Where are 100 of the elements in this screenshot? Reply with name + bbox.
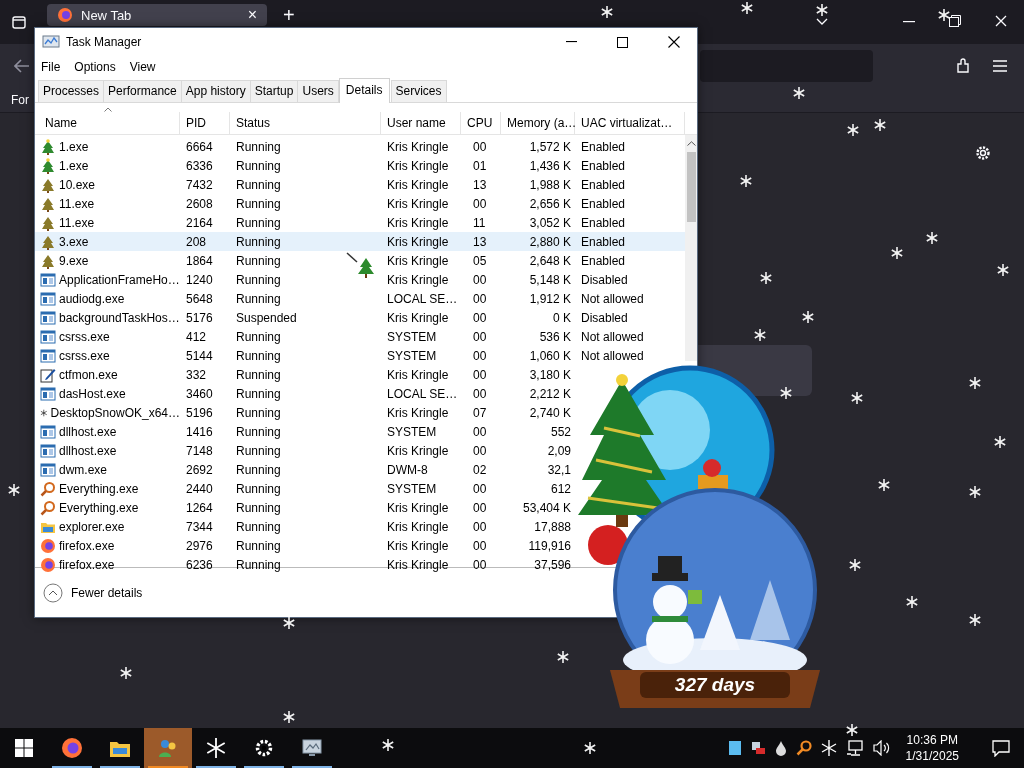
process-row[interactable]: Everything.exe 2440 Running SYSTEM 00 612 — [35, 479, 575, 498]
table-cell-text: 2,212 K — [528, 386, 572, 401]
tab[interactable]: Users — [297, 80, 339, 102]
process-row[interactable]: dllhost.exe 1416 Running SYSTEM 00 552 — [35, 422, 575, 441]
countdown-text: 327 days — [673, 674, 757, 696]
table-cell-text: 552 — [549, 424, 572, 439]
table-cell-text: Kris Kringle — [386, 234, 450, 249]
table-cell-text: Kris Kringle — [386, 310, 450, 325]
bookmark-text: For — [11, 93, 29, 107]
table-cell-text: 1416 — [185, 424, 214, 439]
process-row[interactable]: 1.exe 6664 Running Kris Kringle 00 1,572 K Enabled — [35, 137, 685, 156]
table-cell-text: Running — [235, 253, 282, 268]
table-cell-text: Kris Kringle — [386, 272, 450, 287]
table-cell-text: 2,09 — [546, 443, 572, 458]
table-cell-text: 2,648 K — [528, 253, 572, 268]
table-cell-text: 2164 — [185, 215, 214, 230]
table-cell-text: Running — [235, 329, 282, 344]
table-cell-text: 612 — [549, 481, 572, 496]
process-name: csrss.exe — [59, 329, 110, 344]
process-row[interactable]: csrss.exe 5144 Running SYSTEM 00 1,060 K Not allowed — [35, 346, 685, 365]
table-cell-text: 6336 — [185, 158, 214, 173]
process-row[interactable]: explorer.exe 7344 Running Kris Kringle 00 17,888 — [35, 517, 575, 536]
process-name: DesktopSnowOK_x64… — [50, 405, 180, 420]
process-row[interactable]: csrss.exe 412 Running SYSTEM 00 536 K Not allowed — [35, 327, 685, 346]
new-tab-button[interactable]: + — [283, 6, 295, 24]
table-cell-text: Running — [235, 481, 282, 496]
process-name: Everything.exe — [59, 500, 139, 515]
process-row[interactable]: 9.exe 1864 Running Kris Kringle 05 2,648 K Enabled — [35, 251, 685, 270]
process-row[interactable]: audiodg.exe 5648 Running LOCAL SE… 00 1,912 K Not allowed — [35, 289, 685, 308]
process-name: explorer.exe — [59, 519, 125, 534]
process-name: ctfmon.exe — [59, 367, 118, 382]
table-cell-text: 02 — [472, 462, 488, 477]
process-row[interactable]: ctfmon.exe 332 Running Kris Kringle 00 3,180 K — [35, 365, 575, 384]
process-name: audiodg.exe — [59, 291, 125, 306]
table-cell-text: 00 — [472, 196, 488, 211]
menu-item[interactable]: File — [41, 60, 61, 74]
process-row[interactable]: ApplicationFrameHo… 1240 Running Kris Kringle 00 5,148 K Disabled — [35, 270, 685, 289]
process-row[interactable]: 11.exe 2164 Running Kris Kringle 11 3,052 K Enabled — [35, 213, 685, 232]
process-row[interactable]: 10.exe 7432 Running Kris Kringle 13 1,988 K Enabled — [35, 175, 685, 194]
table-cell-text: 7148 — [185, 443, 214, 458]
process-name: 9.exe — [59, 253, 89, 268]
column-header[interactable]: Name — [39, 112, 180, 134]
column-header[interactable]: CPU — [461, 112, 501, 134]
table-cell-text: 1,572 K — [528, 139, 572, 154]
process-name: Everything.exe — [59, 481, 139, 496]
table-cell-text: 00 — [472, 443, 488, 458]
table-cell-text: Running — [235, 215, 282, 230]
clock-date[interactable]: 1/31/2025 — [905, 748, 959, 764]
tab[interactable]: Startup — [249, 80, 299, 102]
process-row[interactable]: dasHost.exe 3460 Running LOCAL SE… 00 2,212 K — [35, 384, 575, 403]
tab[interactable]: Processes — [38, 80, 105, 102]
clock-time[interactable]: 10:36 PM — [906, 732, 958, 748]
table-cell-text: Enabled — [580, 139, 627, 154]
table-cell-text: Running — [235, 519, 282, 534]
tab[interactable]: Performance — [103, 80, 182, 102]
table-cell-text: 13 — [472, 177, 488, 192]
table-cell-text: 17,888 — [533, 519, 572, 534]
process-row[interactable]: dllhost.exe 7148 Running Kris Kringle 00 2,09 — [35, 441, 575, 460]
process-row[interactable]: 11.exe 2608 Running Kris Kringle 00 2,656 K Enabled — [35, 194, 685, 213]
process-name: dasHost.exe — [59, 386, 126, 401]
table-cell-text: Not allowed — [580, 329, 645, 344]
column-header[interactable]: Memory (a… — [501, 112, 575, 134]
process-name: dllhost.exe — [59, 443, 117, 458]
tab[interactable]: Details — [338, 78, 390, 103]
column-header[interactable]: PID — [180, 112, 230, 134]
process-row[interactable]: 3.exe 208 Running Kris Kringle 13 2,880 K Enabled — [35, 232, 685, 251]
browser-tab[interactable]: New Tab × — [47, 4, 267, 26]
table-cell-text: Running — [235, 272, 282, 287]
table-cell-text: Enabled — [580, 215, 627, 230]
process-row[interactable]: backgroundTaskHos… 5176 Suspended Kris Kringle 00 0 K Disabled — [35, 308, 685, 327]
close-tab-button[interactable]: × — [247, 6, 257, 24]
table-cell-text: Enabled — [580, 177, 627, 192]
column-header[interactable]: Status — [230, 112, 381, 134]
process-row[interactable]: firefox.exe 2976 Running Kris Kringle 00 119,916 — [35, 536, 575, 555]
table-cell-text: 3460 — [185, 386, 214, 401]
table-cell-text: Enabled — [580, 253, 627, 268]
process-row[interactable]: DesktopSnowOK_x64… 5196 Running Kris Kringle 07 2,740 K — [35, 403, 575, 422]
table-cell-text: Running — [235, 462, 282, 477]
table-cell-text: 3,052 K — [528, 215, 572, 230]
fewer-details-button[interactable]: Fewer details — [41, 580, 145, 605]
column-header[interactable]: User name — [381, 112, 461, 134]
table-cell-text: 00 — [472, 538, 488, 553]
tab[interactable]: Services — [390, 80, 447, 102]
table-cell-text: 00 — [472, 310, 488, 325]
process-name: 1.exe — [59, 158, 89, 173]
column-header[interactable]: UAC virtualizat… — [575, 112, 685, 134]
table-cell-text: 07 — [472, 405, 488, 420]
process-row[interactable]: 1.exe 6336 Running Kris Kringle 01 1,436 K Enabled — [35, 156, 685, 175]
table-cell-text: 37,596 — [533, 557, 572, 572]
process-row[interactable]: dwm.exe 2692 Running DWM-8 02 32,1 — [35, 460, 575, 479]
table-cell-text: Kris Kringle — [386, 405, 450, 420]
table-cell-text: 5,148 K — [528, 272, 572, 287]
process-row[interactable]: firefox.exe 6236 Running Kris Kringle 00 37,596 — [35, 555, 575, 574]
menu-item[interactable]: View — [129, 60, 156, 74]
table-cell-text: 00 — [472, 291, 488, 306]
process-row[interactable]: Everything.exe 1264 Running Kris Kringle 00 53,404 K — [35, 498, 575, 517]
tab[interactable]: App history — [180, 80, 251, 102]
table-cell-text: SYSTEM — [386, 481, 438, 496]
table-cell-text: 00 — [472, 557, 488, 572]
menu-item[interactable]: Options — [74, 60, 116, 74]
